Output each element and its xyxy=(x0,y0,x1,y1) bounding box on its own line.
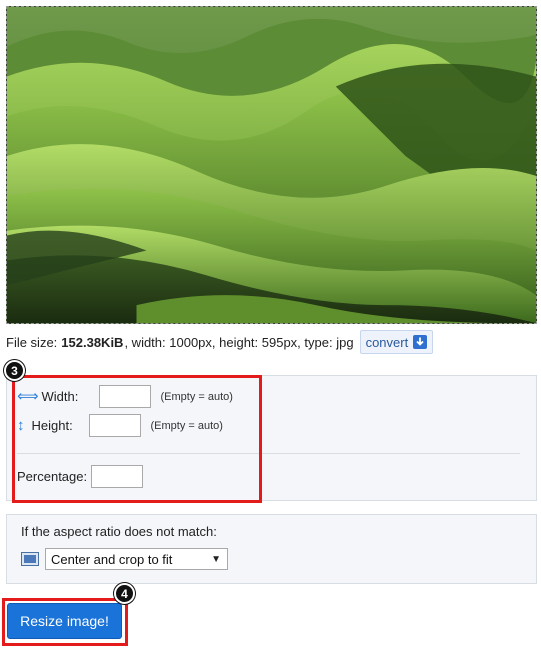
image-preview xyxy=(6,6,537,324)
crop-mode-select[interactable]: Center and crop to fit ▼ xyxy=(45,548,228,570)
vertical-resize-icon: ↕ xyxy=(17,417,25,434)
step-badge-3: 3 xyxy=(4,360,25,381)
aspect-panel: If the aspect ratio does not match: Cent… xyxy=(6,514,537,584)
file-info-prefix: File size: xyxy=(6,334,58,350)
width-label: Width: xyxy=(41,389,79,404)
file-size-value: 152.38KiB xyxy=(61,334,124,350)
height-input[interactable] xyxy=(88,414,141,437)
step-badge-4: 4 xyxy=(114,583,135,604)
convert-label: convert xyxy=(365,334,409,350)
width-input[interactable] xyxy=(98,385,151,408)
horizontal-resize-icon: ⟺ xyxy=(17,388,39,405)
height-empty-hint: (Empty = auto) xyxy=(150,419,223,432)
file-info: File size: 152.38KiB , width: 1000px, he… xyxy=(6,330,434,354)
dimensions-panel: ⟺ Width: (Empty = auto) ↕ Height: (Empty… xyxy=(6,375,537,501)
chevron-down-icon: ▼ xyxy=(211,553,221,565)
aspect-title: If the aspect ratio does not match: xyxy=(21,524,217,539)
file-info-details: , width: 1000px, height: 595px, type: jp… xyxy=(124,334,354,350)
height-label: Height: xyxy=(31,418,73,433)
download-icon xyxy=(413,335,428,349)
crop-icon xyxy=(21,552,39,566)
crop-mode-row: Center and crop to fit ▼ xyxy=(21,548,228,570)
crop-mode-value: Center and crop to fit xyxy=(51,551,173,567)
percentage-input[interactable] xyxy=(91,465,144,488)
width-row: ⟺ Width: (Empty = auto) xyxy=(17,385,233,408)
width-empty-hint: (Empty = auto) xyxy=(160,390,233,403)
percentage-label: Percentage: xyxy=(17,469,88,484)
height-row: ↕ Height: (Empty = auto) xyxy=(17,414,223,437)
percentage-row: Percentage: xyxy=(17,465,144,488)
green-hills-photo xyxy=(7,7,536,323)
panel-divider xyxy=(17,453,520,454)
resize-image-button[interactable]: Resize image! xyxy=(7,603,122,639)
convert-button[interactable]: convert xyxy=(359,330,434,354)
